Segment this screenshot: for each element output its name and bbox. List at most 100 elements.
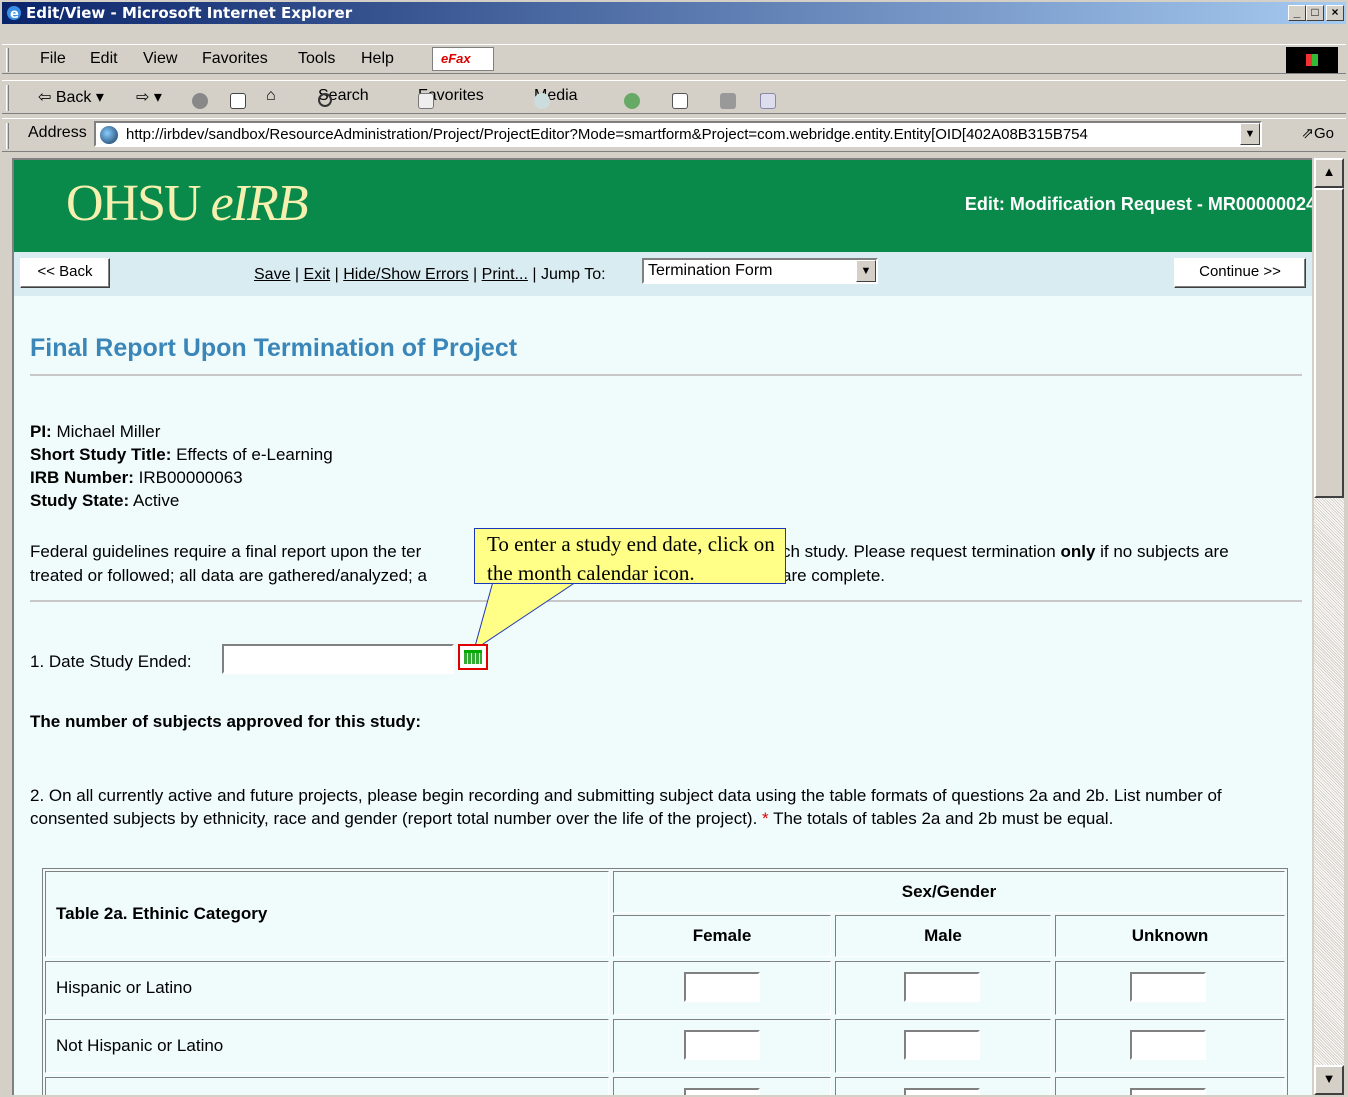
table-row	[613, 1019, 831, 1073]
back-nav-button[interactable]: << Back	[20, 258, 110, 288]
study-info: PI: Michael Miller Short Study Title: Ef…	[30, 420, 333, 512]
close-button[interactable]: ×	[1326, 5, 1344, 21]
logo-italic: eIRB	[210, 175, 309, 232]
table-row	[613, 961, 831, 1015]
table-input[interactable]	[904, 1088, 980, 1095]
jump-to-label: Jump To:	[540, 266, 606, 283]
hispanic-unknown-input[interactable]	[1130, 972, 1206, 1002]
col-unknown: Unknown	[1055, 915, 1285, 957]
sex-gender-header: Sex/Gender	[613, 871, 1285, 913]
menu-help[interactable]: Help	[361, 50, 394, 68]
logo-main: OHSU	[66, 175, 202, 232]
window-title: Edit/View - Microsoft Internet Explorer	[26, 4, 353, 22]
address-url: http://irbdev/sandbox/ResourceAdministra…	[126, 126, 1088, 143]
question-2-tail: The totals of tables 2a and 2b must be e…	[768, 809, 1114, 828]
scroll-up-icon[interactable]: ▲	[1314, 158, 1344, 188]
maximize-button[interactable]: □	[1306, 5, 1324, 21]
not-hispanic-female-input[interactable]	[684, 1030, 760, 1060]
calendar-icon[interactable]	[458, 644, 488, 670]
col-female: Female	[613, 915, 831, 957]
go-button[interactable]: ⇗Go	[1301, 124, 1334, 142]
menu-edit[interactable]: Edit	[90, 50, 118, 68]
federal-text-1a: Federal guidelines require a final repor…	[30, 542, 422, 561]
print-link[interactable]: Print...	[482, 266, 528, 283]
toolbar-grip	[6, 85, 9, 111]
table-row	[45, 1077, 609, 1095]
scroll-thumb[interactable]	[1314, 188, 1344, 498]
jump-to-select[interactable]: Termination Form ▼	[642, 258, 878, 284]
favorites-button[interactable]: Favorites	[418, 87, 484, 109]
table-row	[613, 1077, 831, 1095]
short-title-label: Short Study Title:	[30, 445, 172, 464]
efax-button[interactable]: eFax	[432, 47, 494, 71]
required-asterisk: *	[762, 809, 769, 828]
irb-number-value: IRB00000063	[138, 468, 243, 487]
save-link[interactable]: Save	[254, 266, 290, 283]
menu-file[interactable]: File	[40, 50, 66, 68]
short-title-value: Effects of e-Learning	[176, 445, 333, 464]
table-row	[1055, 1019, 1285, 1073]
page-title: Final Report Upon Termination of Project	[30, 334, 518, 362]
continue-button[interactable]: Continue >>	[1174, 258, 1306, 288]
pi-label: PI:	[30, 422, 52, 441]
back-button[interactable]: ⇦ Back ▾	[38, 87, 104, 107]
menu-view[interactable]: View	[143, 50, 177, 68]
federal-guidelines-line2: treated or followed; all data are gather…	[30, 564, 427, 587]
forward-button[interactable]: ⇨ ▾	[136, 87, 162, 107]
table-input[interactable]	[684, 1088, 760, 1095]
page-viewport: OHSU eIRB Edit: Modification Request - M…	[12, 158, 1312, 1095]
ethnic-category-table: Table 2a. Ethinic Category Sex/Gender Fe…	[42, 868, 1288, 1095]
hispanic-female-input[interactable]	[684, 972, 760, 1002]
media-icon	[534, 93, 550, 109]
jump-to-value: Termination Form	[648, 262, 773, 279]
address-bar: Address http://irbdev/sandbox/ResourceAd…	[2, 118, 1346, 152]
irb-number-label: IRB Number:	[30, 468, 134, 487]
mail-icon[interactable]: ▾	[672, 87, 688, 109]
federal-guidelines-line1: Federal guidelines require a final repor…	[30, 540, 421, 563]
not-hispanic-male-input[interactable]	[904, 1030, 980, 1060]
col-male: Male	[835, 915, 1051, 957]
hispanic-male-input[interactable]	[904, 972, 980, 1002]
divider	[30, 374, 1302, 376]
pi-value: Michael Miller	[56, 422, 161, 441]
vertical-scrollbar[interactable]: ▲ ▼	[1314, 158, 1344, 1095]
back-label: Back	[55, 89, 92, 106]
address-dropdown-icon[interactable]: ▼	[1240, 123, 1260, 145]
scroll-down-icon[interactable]: ▼	[1314, 1065, 1344, 1095]
minimize-button[interactable]: _	[1288, 5, 1306, 21]
ie-logo-icon: e	[6, 5, 22, 22]
title-bar: e Edit/View - Microsoft Internet Explore…	[2, 2, 1346, 24]
page-icon	[100, 126, 118, 144]
table-row	[835, 1019, 1051, 1073]
menu-tools[interactable]: Tools	[298, 50, 335, 68]
ohsu-eirb-logo: OHSU eIRB	[66, 174, 309, 233]
hide-show-errors-link[interactable]: Hide/Show Errors	[343, 266, 468, 283]
word-icon[interactable]: ▾	[760, 87, 776, 109]
study-state-value: Active	[132, 491, 180, 510]
table-row	[1055, 961, 1285, 1015]
media-button[interactable]: Media	[534, 87, 578, 109]
search-button[interactable]: Search	[318, 87, 369, 107]
divider	[30, 600, 1302, 602]
efax-label: eFax	[441, 51, 471, 66]
federal-text-1c: if no subjects are	[1095, 542, 1229, 561]
home-icon[interactable]: ⌂	[266, 87, 276, 105]
federal-text-1b: ch study. Please request termination	[782, 542, 1061, 561]
address-input[interactable]: http://irbdev/sandbox/ResourceAdministra…	[94, 121, 1262, 147]
nav-links: Save | Exit | Hide/Show Errors | Print..…	[254, 266, 606, 283]
federal-text-2b: are complete.	[782, 566, 885, 585]
table-title: Table 2a. Ethinic Category	[45, 871, 609, 957]
study-state-label: Study State:	[30, 491, 130, 510]
app-banner: OHSU eIRB Edit: Modification Request - M…	[14, 160, 1312, 252]
go-label: Go	[1313, 125, 1334, 142]
not-hispanic-unknown-input[interactable]	[1130, 1030, 1206, 1060]
chevron-down-icon[interactable]: ▼	[856, 260, 876, 282]
federal-text-2a: treated or followed; all data are gather…	[30, 566, 427, 585]
federal-text-bold: only	[1060, 542, 1096, 561]
table-row	[1055, 1077, 1285, 1095]
menu-favorites[interactable]: Favorites	[202, 50, 268, 68]
exit-link[interactable]: Exit	[304, 266, 331, 283]
table-row	[835, 961, 1051, 1015]
date-ended-input[interactable]	[222, 644, 454, 674]
table-input[interactable]	[1130, 1088, 1206, 1095]
